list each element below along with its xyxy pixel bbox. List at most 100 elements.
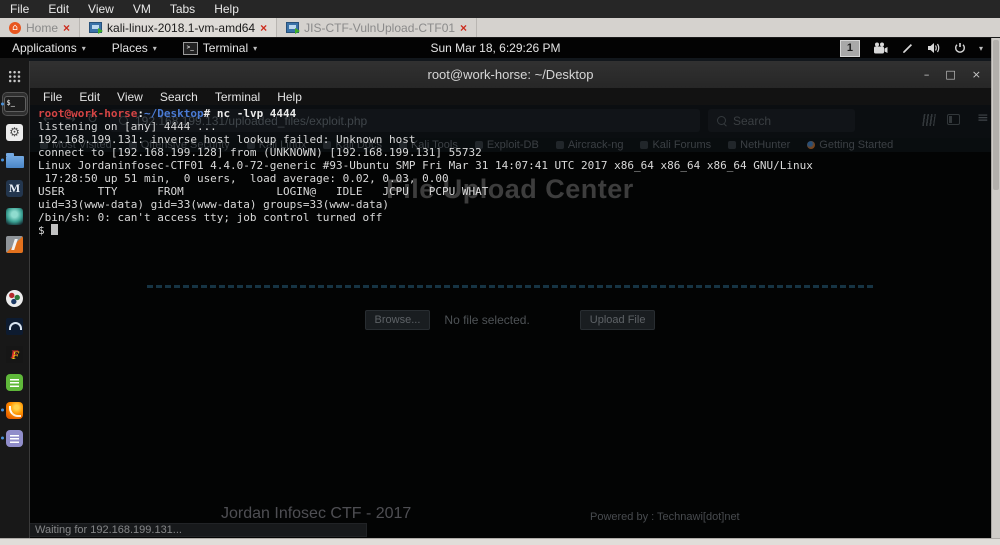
vm-monitor-icon [89,22,102,33]
places-menu[interactable]: Places ▾ [112,41,157,55]
workspace-indicator[interactable]: 1 [840,40,860,57]
terminal-line: connect to [192.168.199.128] from (UNKNO… [38,146,991,159]
tab-jis-label: JIS-CTF-VulnUpload-CTF01 [304,21,455,35]
tab-home-label: Home [26,21,58,35]
terminal-line: /bin/sh: 0: can't access tty; job contro… [38,211,991,224]
terminal-line: $ [38,224,991,237]
burpsuite-dock-icon [6,236,23,253]
terminal-line: listening on [any] 4444 ... [38,120,991,133]
running-indicator [1,437,4,440]
terminal-menu-search[interactable]: Search [160,90,198,104]
terminal-dock-icon[interactable] [3,93,27,115]
volume-icon[interactable] [927,42,941,54]
running-indicator [1,159,4,162]
terminal-icon: >_ [183,42,198,55]
maximize-icon[interactable]: □ [945,68,955,81]
menu-edit[interactable]: Edit [48,2,69,16]
terminal-output[interactable]: root@work-horse:~/Desktop# nc -lvp 4444l… [30,105,991,538]
places-label: Places [112,41,148,55]
applications-label: Applications [12,41,77,55]
chevron-down-icon: ▾ [253,44,257,53]
menu-view[interactable]: View [88,2,114,16]
notes-dock-icon [6,430,23,447]
armitage-dock-icon[interactable] [3,205,27,227]
scanner-dock-icon[interactable] [3,287,27,309]
kali-top-panel: Applications ▾ Places ▾ >_ Terminal ▾ Su… [0,38,991,58]
running-indicator [1,409,4,412]
running-indicator [1,103,4,106]
screen-recorder-icon[interactable] [873,42,888,54]
close-icon[interactable]: × [972,68,981,81]
terminal-titlebar[interactable]: root@work-horse: ~/Desktop – □ × [30,61,991,89]
metasploit-dock-icon [6,180,23,197]
tab-jis-ctf-vm[interactable]: JIS-CTF-VulnUpload-CTF01 × [277,18,477,37]
terminal-menubar: File Edit View Search Terminal Help [30,89,991,105]
horizontal-scrollbar[interactable] [0,538,1000,545]
show-apps-icon [8,70,21,83]
terminal-line: 192.168.199.131: inverse host lookup fai… [38,133,991,146]
armitage-dock-icon [6,208,23,225]
vmware-menubar: File Edit View VM Tabs Help [0,0,1000,18]
burpsuite-dock-icon[interactable] [3,233,27,255]
scanner-dock-icon [6,290,23,307]
files-dock-icon [6,156,24,168]
firefox-dock-icon [6,402,23,419]
vm-display: Applications ▾ Places ▾ >_ Terminal ▾ Su… [0,38,991,538]
metasploit-dock-icon[interactable] [3,177,27,199]
settings-dock-icon [6,124,23,141]
terminal-line: USER TTY FROM LOGIN@ IDLE JCPU PCPU WHAT [38,185,991,198]
vertical-scrollbar[interactable] [991,38,1000,538]
chevron-down-icon: ▾ [82,44,86,53]
tab-home[interactable]: ⌂ Home × [0,18,80,37]
vm-monitor-icon [286,22,299,33]
close-icon[interactable]: × [460,22,467,34]
vmware-tabbar: ⌂ Home × kali-linux-2018.1-vm-amd64 × JI… [0,18,1000,38]
pen-icon[interactable] [901,42,914,55]
panel-clock[interactable]: Sun Mar 18, 6:29:26 PM [430,38,560,58]
texteditor-dock-icon[interactable] [3,371,27,393]
dock-separator [3,261,27,281]
power-icon[interactable] [954,42,966,54]
dock [0,58,29,538]
minimize-icon[interactable]: – [924,68,930,81]
terminal-line: 17:28:50 up 51 min, 0 users, load averag… [38,172,991,185]
terminal-line: root@work-horse:~/Desktop# nc -lvp 4444 [38,107,991,120]
terminal-menu-edit[interactable]: Edit [79,90,100,104]
menu-file[interactable]: File [10,2,29,16]
texteditor-dock-icon [6,374,23,391]
close-icon[interactable]: × [63,22,70,34]
menu-help[interactable]: Help [214,2,239,16]
terminal-menu-view[interactable]: View [117,90,143,104]
menu-vm[interactable]: VM [133,2,151,16]
terminal-menu-terminal[interactable]: Terminal [215,90,260,104]
beef-dock-icon[interactable] [3,315,27,337]
vmware-window: File Edit View VM Tabs Help ⌂ Home × kal… [0,0,1000,545]
terminal-window: root@work-horse: ~/Desktop – □ × File Ed… [29,61,991,538]
terminal-menu-help[interactable]: Help [277,90,302,104]
terminal-line: Linux Jordaninfosec-CTF01 4.4.0-72-gener… [38,159,991,172]
settings-dock-icon[interactable] [3,121,27,143]
applications-menu[interactable]: Applications ▾ [12,41,86,55]
notes-dock-icon[interactable] [3,427,27,449]
fern-dock-icon[interactable] [3,343,27,365]
firefox-dock-icon[interactable] [3,399,27,421]
terminal-title: root@work-horse: ~/Desktop [427,67,593,82]
show-apps-icon[interactable] [3,65,27,87]
chevron-down-icon: ▾ [153,44,157,53]
terminal-menu-label: Terminal [203,41,248,55]
tab-kali-vm[interactable]: kali-linux-2018.1-vm-amd64 × [80,18,277,37]
home-icon: ⌂ [9,22,21,34]
chevron-down-icon[interactable]: ▾ [979,44,983,53]
menu-tabs[interactable]: Tabs [170,2,195,16]
terminal-menu-file[interactable]: File [43,90,62,104]
terminal-cursor [51,224,58,235]
terminal-line: uid=33(www-data) gid=33(www-data) groups… [38,198,991,211]
close-icon[interactable]: × [260,22,267,34]
files-dock-icon[interactable] [3,149,27,171]
terminal-app-menu[interactable]: >_ Terminal ▾ [183,41,257,55]
tab-kali-label: kali-linux-2018.1-vm-amd64 [107,21,255,35]
scrollbar-thumb[interactable] [993,40,999,190]
fern-dock-icon [6,346,23,363]
beef-dock-icon [6,318,23,335]
terminal-dock-icon [4,96,26,112]
